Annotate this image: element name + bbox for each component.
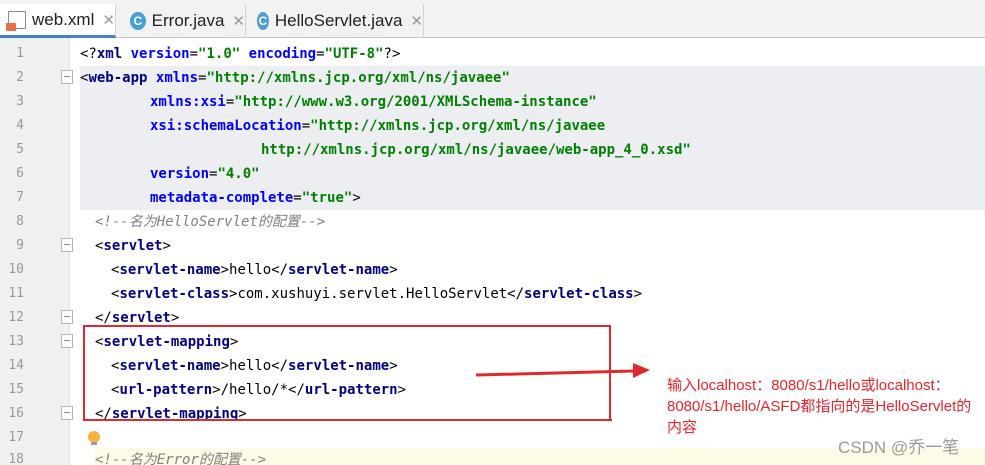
watermark: CSDN @乔一笔	[838, 438, 960, 457]
annotation-note: 输入localhost：8080/s1/hello或localhost：8080…	[667, 377, 972, 436]
